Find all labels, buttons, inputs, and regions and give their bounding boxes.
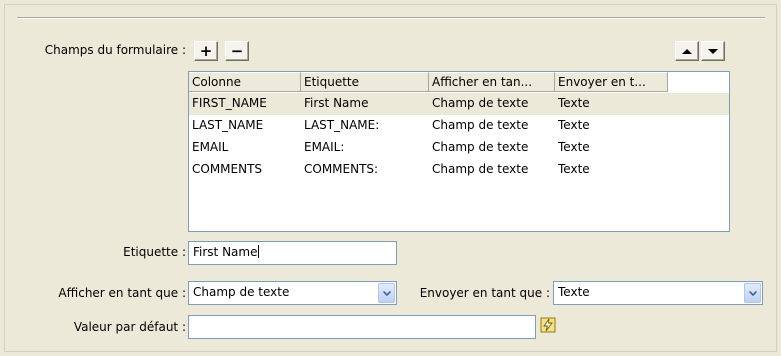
lightning-icon	[540, 317, 556, 333]
afficher-select[interactable]: Champ de texte	[188, 281, 397, 305]
chevron-down-icon	[748, 290, 757, 296]
cell-colonne: EMAIL	[192, 140, 229, 154]
envoyer-value: Texte	[558, 285, 590, 299]
column-header-afficher[interactable]: Afficher en tan...	[429, 72, 555, 92]
dropdown-button[interactable]	[744, 283, 761, 303]
move-up-button[interactable]	[675, 41, 699, 61]
table-row[interactable]: FIRST_NAME First Name Champ de texte Tex…	[189, 93, 729, 115]
text-caret	[258, 245, 260, 258]
separator-line	[17, 17, 765, 19]
cell-etiquette: COMMENTS:	[304, 162, 379, 176]
cell-afficher: Champ de texte	[432, 140, 529, 154]
cell-etiquette: LAST_NAME:	[304, 118, 380, 132]
default-value-label: Valeur par défaut :	[73, 320, 186, 334]
etiquette-input[interactable]: First Name	[188, 241, 397, 265]
minus-icon: −	[230, 41, 244, 60]
cell-colonne: COMMENTS	[192, 162, 263, 176]
table-row[interactable]: COMMENTS COMMENTS: Champ de texte Texte	[189, 159, 729, 181]
cell-envoyer: Texte	[558, 140, 590, 154]
envoyer-select[interactable]: Texte	[553, 281, 763, 305]
dynamic-data-button[interactable]	[538, 315, 558, 335]
afficher-value: Champ de texte	[193, 285, 290, 299]
triangle-down-icon	[708, 48, 718, 54]
default-value-input[interactable]	[188, 315, 536, 339]
column-header-etiquette[interactable]: Etiquette	[301, 72, 429, 92]
cell-afficher: Champ de texte	[432, 118, 529, 132]
cell-envoyer: Texte	[558, 96, 590, 110]
cell-afficher: Champ de texte	[432, 96, 529, 110]
envoyer-label: Envoyer en tant que :	[419, 286, 550, 300]
add-field-button[interactable]: +	[194, 41, 218, 61]
grid-header: Colonne Etiquette Afficher en tan... Env…	[189, 72, 668, 92]
column-header-envoyer[interactable]: Envoyer en t...	[555, 72, 668, 92]
form-fields-grid[interactable]: Colonne Etiquette Afficher en tan... Env…	[188, 71, 730, 232]
remove-field-button[interactable]: −	[225, 41, 249, 61]
chevron-down-icon	[382, 290, 391, 296]
column-header-colonne[interactable]: Colonne	[189, 72, 301, 92]
cell-envoyer: Texte	[558, 118, 590, 132]
plus-icon: +	[199, 41, 213, 60]
cell-colonne: LAST_NAME	[192, 118, 264, 132]
cell-afficher: Champ de texte	[432, 162, 529, 176]
form-fields-label: Champs du formulaire :	[44, 43, 186, 57]
cell-etiquette: First Name	[304, 96, 369, 110]
table-row[interactable]: EMAIL EMAIL: Champ de texte Texte	[189, 137, 729, 159]
afficher-label: Afficher en tant que :	[58, 286, 186, 300]
triangle-up-icon	[682, 48, 692, 54]
move-down-button[interactable]	[701, 41, 725, 61]
cell-envoyer: Texte	[558, 162, 590, 176]
etiquette-label: Etiquette :	[123, 245, 186, 259]
cell-etiquette: EMAIL:	[304, 140, 345, 154]
etiquette-value: First Name	[193, 245, 258, 259]
dropdown-button[interactable]	[378, 283, 395, 303]
table-row[interactable]: LAST_NAME LAST_NAME: Champ de texte Text…	[189, 115, 729, 137]
cell-colonne: FIRST_NAME	[192, 96, 267, 110]
